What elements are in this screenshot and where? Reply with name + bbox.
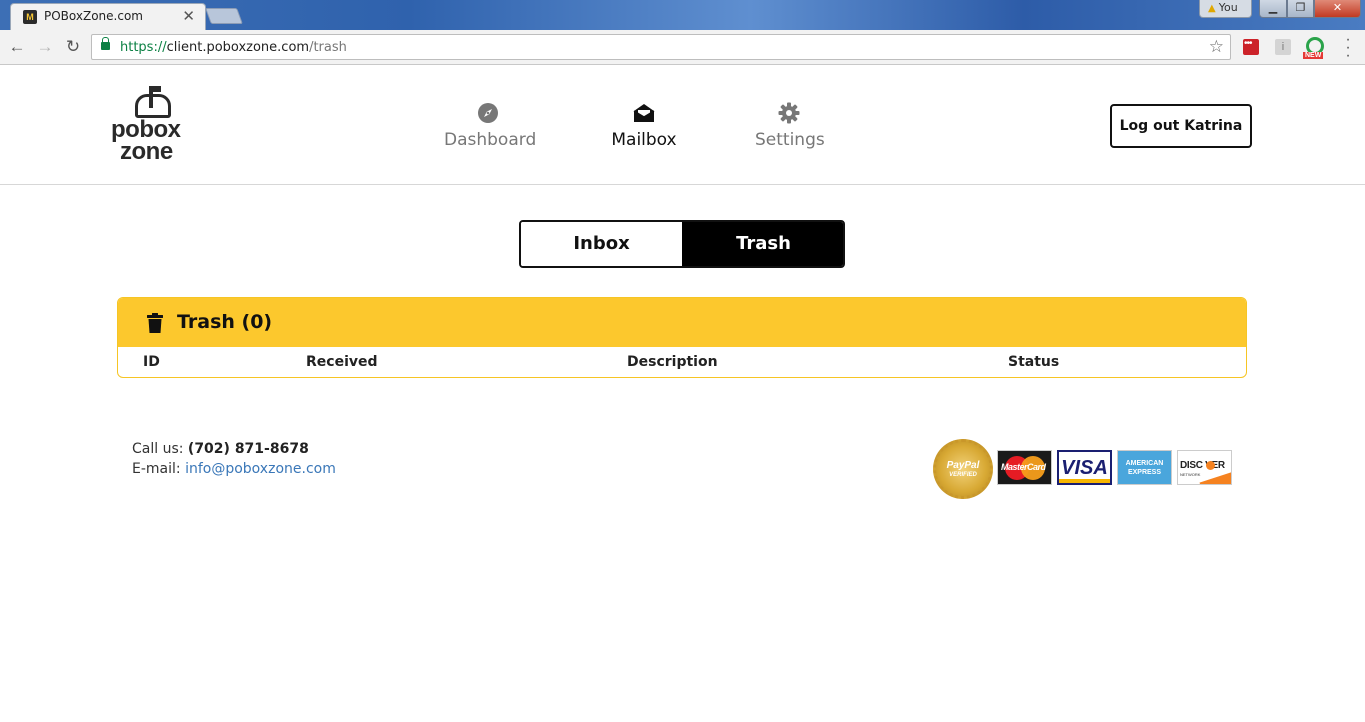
new-badge: NEW [1303, 52, 1324, 59]
url-host: client.poboxzone.com [166, 40, 310, 55]
back-arrow-icon[interactable]: ← [5, 35, 29, 59]
url-text[interactable]: https://client.poboxzone.com/trash [120, 40, 347, 55]
envelope-open-icon [633, 104, 655, 122]
warning-icon: ▲ [1208, 3, 1216, 14]
site-header: pobox zone Dashboard Mailbox Settings Lo… [0, 66, 1365, 185]
discover-orange-dot [1206, 461, 1215, 470]
lock-icon [101, 37, 110, 50]
lastpass-extension-icon[interactable] [1243, 38, 1259, 55]
url-path: /trash [309, 40, 347, 55]
email-label: E-mail: [132, 461, 181, 477]
discover-network-text: NETWORK [1180, 472, 1201, 477]
compass-icon [478, 103, 498, 123]
pobox-zone-logo[interactable]: pobox zone [111, 86, 196, 166]
amex-text: AMERICAN EXPRESS [1118, 459, 1171, 477]
profile-button[interactable]: ▲ You [1199, 0, 1252, 18]
inbox-toggle-button[interactable]: Inbox [521, 222, 682, 266]
nav-settings-label: Settings [755, 130, 825, 150]
trash-panel-title: Trash (0) [177, 311, 273, 333]
logout-button[interactable]: Log out Katrina [1110, 104, 1252, 148]
phone-number: (702) 871-8678 [187, 441, 309, 457]
profile-label: You [1218, 1, 1238, 14]
nav-mailbox[interactable]: Mailbox [610, 102, 678, 150]
footer-email-line: E-mail: info@poboxzone.com [132, 459, 336, 479]
mastercard-text: MasterCard [1001, 462, 1046, 472]
gear-icon [778, 102, 800, 124]
minimize-button[interactable]: ▁ [1259, 0, 1287, 18]
amex-line2: EXPRESS [1127, 469, 1162, 476]
paypal-seal-subtext: VERIFIED [949, 472, 977, 478]
discover-text: DISC VER [1180, 460, 1225, 471]
logo-mailbox-icon [135, 94, 171, 118]
browser-toolbar: ← → ↻ https://client.poboxzone.com/trash… [0, 30, 1365, 65]
column-header-status[interactable]: Status [1008, 354, 1059, 370]
discover-logo: DISC VER NETWORK [1177, 450, 1232, 485]
paypal-verified-seal: PayPal VERIFIED [933, 439, 993, 499]
mailbox-toggle: Inbox Trash [519, 220, 845, 268]
mastercard-logo: MasterCard [997, 450, 1052, 485]
discover-orange-stripe [1199, 470, 1231, 484]
column-header-id[interactable]: ID [143, 354, 160, 370]
email-link[interactable]: info@poboxzone.com [185, 461, 336, 477]
visa-gold-bar [1059, 479, 1110, 483]
nav-mailbox-label: Mailbox [611, 130, 677, 150]
info-extension-icon[interactable]: i [1275, 39, 1291, 55]
new-tab-button[interactable] [205, 8, 243, 24]
footer-phone-line: Call us: (702) 871-8678 [132, 439, 336, 459]
browser-tab[interactable]: M POBoxZone.com ✕ [10, 3, 206, 30]
nav-settings[interactable]: Settings [755, 102, 825, 150]
paypal-seal-text: PayPal [946, 460, 980, 471]
tab-title: POBoxZone.com [44, 9, 143, 23]
footer-contact: Call us: (702) 871-8678 E-mail: info@pob… [132, 439, 336, 479]
trash-panel: Trash (0) ID Received Description Status [117, 297, 1247, 378]
column-header-received[interactable]: Received [306, 354, 378, 370]
visa-logo: VISA [1057, 450, 1112, 485]
forward-arrow-icon[interactable]: → [33, 35, 57, 59]
nav-dashboard-label: Dashboard [444, 130, 537, 150]
address-bar[interactable]: https://client.poboxzone.com/trash ☆ [91, 34, 1231, 60]
column-header-description[interactable]: Description [627, 354, 718, 370]
call-us-label: Call us: [132, 441, 184, 457]
trash-toggle-button[interactable]: Trash [682, 222, 843, 266]
reload-icon[interactable]: ↻ [61, 35, 85, 59]
close-window-button[interactable]: ✕ [1314, 0, 1361, 18]
browser-menu-icon[interactable]: · · · [1343, 32, 1353, 64]
visa-text: VISA [1061, 457, 1108, 479]
nav-dashboard[interactable]: Dashboard [444, 102, 536, 150]
bookmark-star-icon[interactable]: ☆ [1209, 37, 1224, 57]
url-scheme: https:// [120, 40, 167, 55]
amex-logo: AMERICAN EXPRESS [1117, 450, 1172, 485]
maximize-button[interactable]: ❐ [1287, 0, 1314, 18]
trash-panel-header: Trash (0) [118, 298, 1246, 347]
trash-icon [147, 313, 163, 333]
site-favicon: M [23, 10, 37, 24]
logo-text-line2: zone [120, 138, 173, 165]
tab-close-icon[interactable]: ✕ [182, 7, 195, 25]
window-titlebar: M POBoxZone.com ✕ ▲ You ▁ ❐ ✕ [0, 0, 1365, 30]
amex-line1: AMERICAN [1125, 460, 1164, 467]
